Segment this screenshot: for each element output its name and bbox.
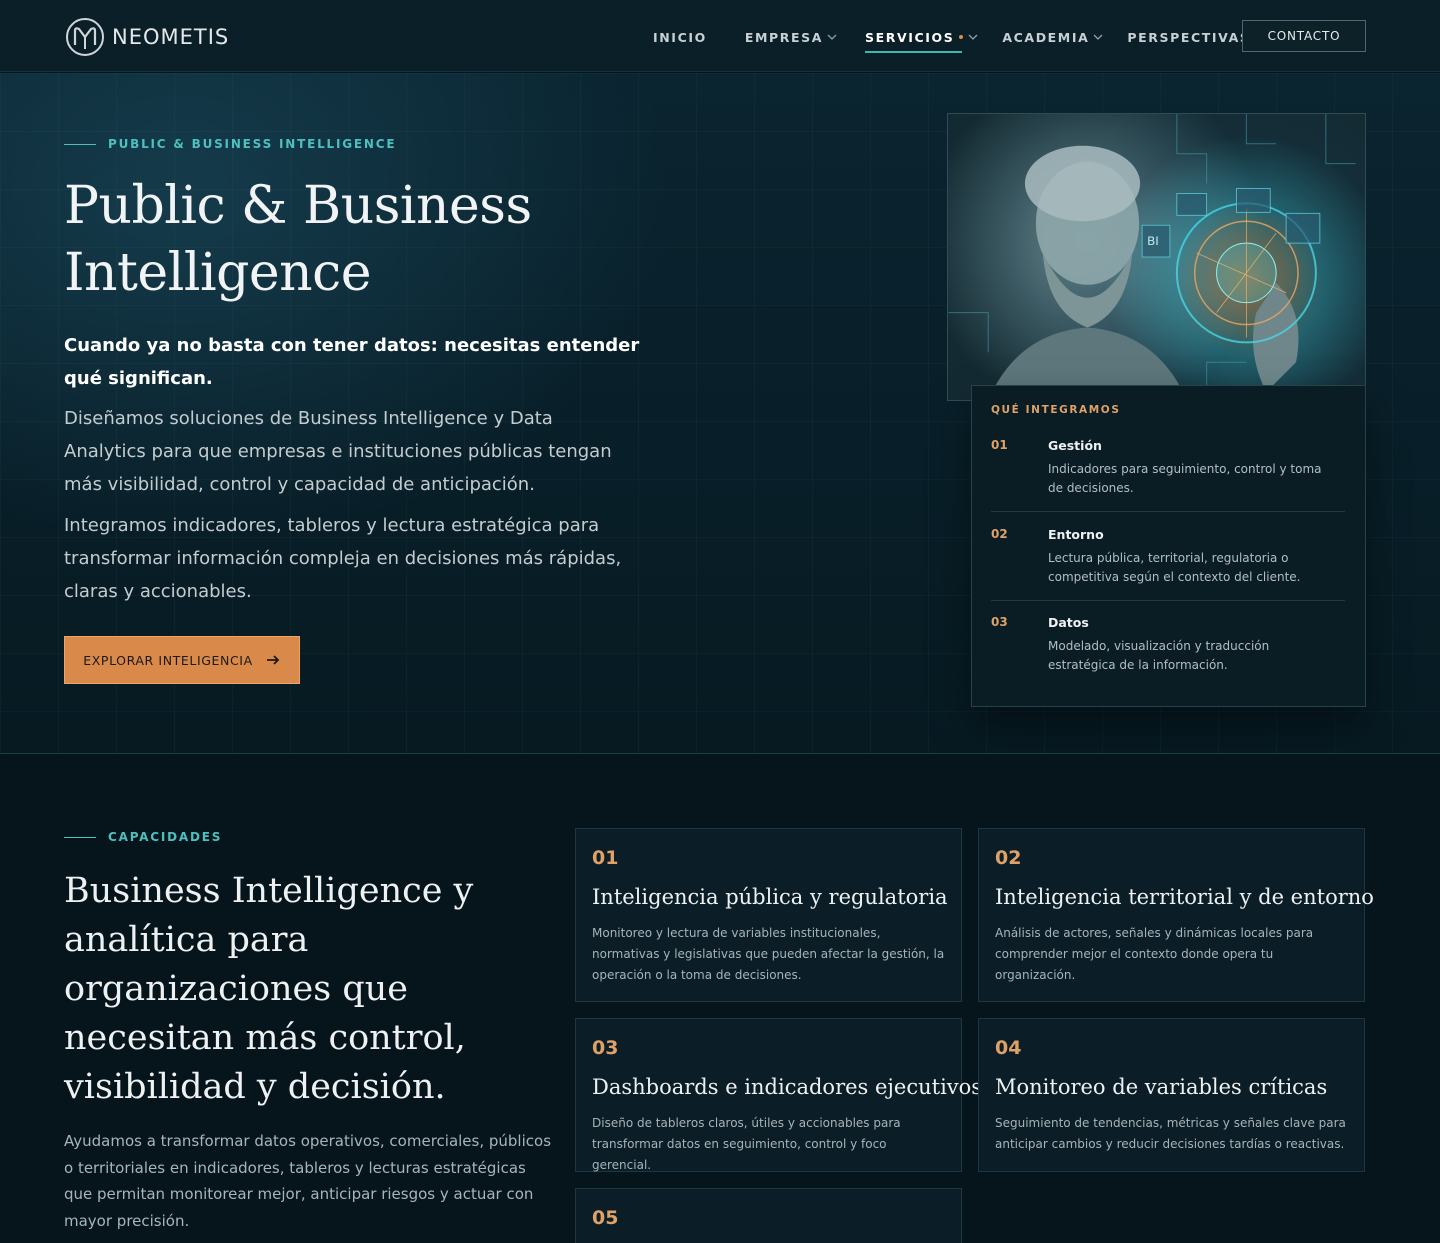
capabilities-eyebrow-text: CAPACIDADES <box>108 830 223 844</box>
capability-card-04[interactable]: 04 Monitoreo de variables críticas Segui… <box>978 1018 1365 1172</box>
hero-lead: Cuando ya no basta con tener datos: nece… <box>64 335 640 389</box>
active-dot-icon <box>959 35 964 39</box>
capability-name: Monitoreo de variables críticas <box>995 1075 1328 1099</box>
chevron-down-icon <box>968 34 978 40</box>
integration-item: 03 Datos Modelado, visualización y tradu… <box>991 615 1345 689</box>
capability-card-01[interactable]: 01 Inteligencia pública y regulatoria Mo… <box>575 828 962 1002</box>
capability-desc: Diseño de tableros claros, útiles y acci… <box>592 1116 901 1172</box>
eyebrow-line <box>64 143 96 145</box>
logo[interactable]: NEOMETIS <box>64 16 229 58</box>
integration-item-number: 03 <box>991 615 1008 629</box>
hero-paragraph-1: Diseñamos soluciones de Business Intelli… <box>64 408 612 495</box>
integration-item: 01 Gestión Indicadores para seguimiento,… <box>991 438 1345 512</box>
capabilities-eyebrow: CAPACIDADES <box>64 830 222 844</box>
nav-item-inicio[interactable]: INICIO <box>653 30 707 45</box>
logo-text: NEOMETIS <box>112 25 230 49</box>
nav-label: ACADEMIA <box>1002 29 1090 45</box>
nav-label: SERVICIOS <box>865 29 955 45</box>
capability-name: Dashboards e indicadores ejecutivos <box>592 1075 983 1099</box>
hero-eyebrow: PUBLIC & BUSINESS INTELLIGENCE <box>64 137 396 151</box>
cta-label: EXPLORAR INTELIGENCIA <box>83 652 253 668</box>
integration-item-name: Entorno <box>1048 527 1104 542</box>
capability-number: 04 <box>995 1037 1022 1059</box>
capability-number: 03 <box>592 1037 619 1059</box>
image-overlay-text: BI <box>1147 234 1159 248</box>
capabilities-title: Business Intelligence y analítica para o… <box>64 871 474 1107</box>
capability-desc: Análisis de actores, señales y dinámicas… <box>995 926 1314 982</box>
arrow-right-icon <box>266 655 280 665</box>
main-nav: INICIO EMPRESA SERVICIOS ACADEMIA PERSPE… <box>653 27 1264 53</box>
capability-desc: Seguimiento de tendencias, métricas y se… <box>995 1116 1346 1151</box>
capability-number: 02 <box>995 847 1022 869</box>
integration-item: 02 Entorno Lectura pública, territorial,… <box>991 527 1345 601</box>
capability-name: Inteligencia pública y regulatoria <box>592 885 948 909</box>
bust-illustration: BI <box>948 114 1356 400</box>
integration-card: QUÉ INTEGRAMOS 01 Gestión Indicadores pa… <box>971 385 1366 707</box>
nav-item-servicios[interactable]: SERVICIOS <box>865 29 978 53</box>
chevron-down-icon <box>827 34 837 40</box>
integration-item-number: 01 <box>991 438 1008 452</box>
capability-card-05[interactable]: 05 <box>575 1188 962 1243</box>
contact-button[interactable]: CONTACTO <box>1242 20 1366 52</box>
site-header: NEOMETIS INICIO EMPRESA SERVICIOS ACADEM… <box>0 0 1440 72</box>
hero-eyebrow-text: PUBLIC & BUSINESS INTELLIGENCE <box>108 137 397 151</box>
explore-intelligence-button[interactable]: EXPLORAR INTELIGENCIA <box>64 636 300 684</box>
capability-card-03[interactable]: 03 Dashboards e indicadores ejecutivos D… <box>575 1018 983 1172</box>
chevron-down-icon <box>1093 34 1103 40</box>
capability-desc: Monitoreo y lectura de variables institu… <box>592 926 945 982</box>
capability-name: Inteligencia territorial y de entorno <box>995 885 1374 909</box>
nav-label: PERSPECTIVAS <box>1127 29 1251 45</box>
hero-section: PUBLIC & BUSINESS INTELLIGENCE Public & … <box>0 73 1440 754</box>
capability-card-02[interactable]: 02 Inteligencia territorial y de entorno… <box>978 828 1374 1002</box>
capability-number: 01 <box>592 847 619 869</box>
hero-image-bust: BI <box>947 113 1366 401</box>
logo-mark-icon <box>66 18 104 56</box>
nav-label: INICIO <box>653 29 707 45</box>
integration-item-name: Datos <box>1048 615 1089 630</box>
integration-item-desc: Lectura pública, territorial, regulatori… <box>1048 551 1301 584</box>
integration-item-desc: Indicadores para seguimiento, control y … <box>1048 462 1322 495</box>
integration-item-number: 02 <box>991 527 1008 541</box>
capabilities-paragraph: Ayudamos a transformar datos operativos,… <box>64 1132 552 1230</box>
hero-paragraph-2: Integramos indicadores, tableros y lectu… <box>64 515 622 602</box>
integration-card-title: QUÉ INTEGRAMOS <box>991 404 1121 416</box>
eyebrow-line <box>64 836 96 838</box>
nav-label: EMPRESA <box>744 29 824 45</box>
nav-item-empresa[interactable]: EMPRESA <box>745 30 837 45</box>
nav-item-academia[interactable]: ACADEMIA <box>1002 30 1103 45</box>
integration-item-name: Gestión <box>1048 438 1102 453</box>
hero-title: Public & Business Intelligence <box>64 176 532 303</box>
capability-number: 05 <box>592 1207 619 1229</box>
integration-item-desc: Modelado, visualización y traducción est… <box>1048 639 1270 672</box>
